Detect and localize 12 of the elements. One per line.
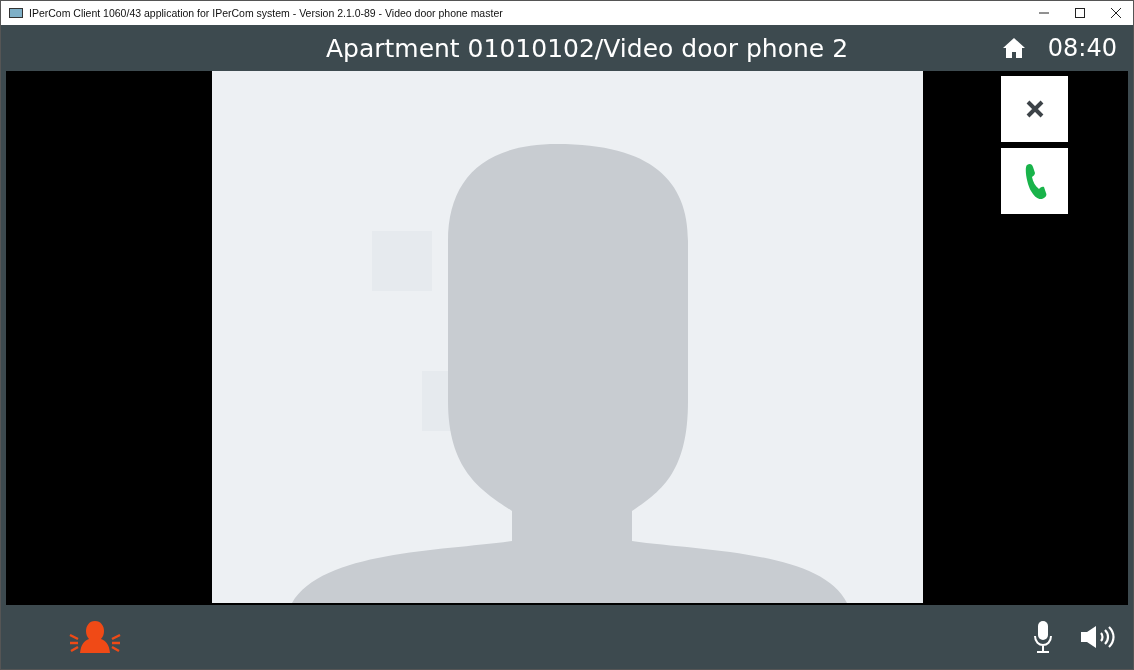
close-icon — [1024, 99, 1045, 119]
microphone-icon[interactable] — [1033, 620, 1053, 654]
hang-up-button[interactable] — [1001, 76, 1068, 142]
clock: 08:40 — [1047, 34, 1117, 62]
app-icon — [9, 8, 23, 18]
alarm-icon[interactable] — [69, 619, 121, 655]
maximize-icon[interactable] — [1075, 8, 1085, 18]
close-icon[interactable] — [1111, 8, 1121, 18]
home-icon[interactable] — [1001, 37, 1026, 59]
answer-button[interactable] — [1001, 148, 1068, 214]
window-title: IPerCom Client 1060/43 application for IPerCom system - Version 2.1.0-89 - Video door phone master — [29, 7, 503, 19]
header-title: Apartment 01010102/Video door phone 2 — [324, 33, 850, 63]
